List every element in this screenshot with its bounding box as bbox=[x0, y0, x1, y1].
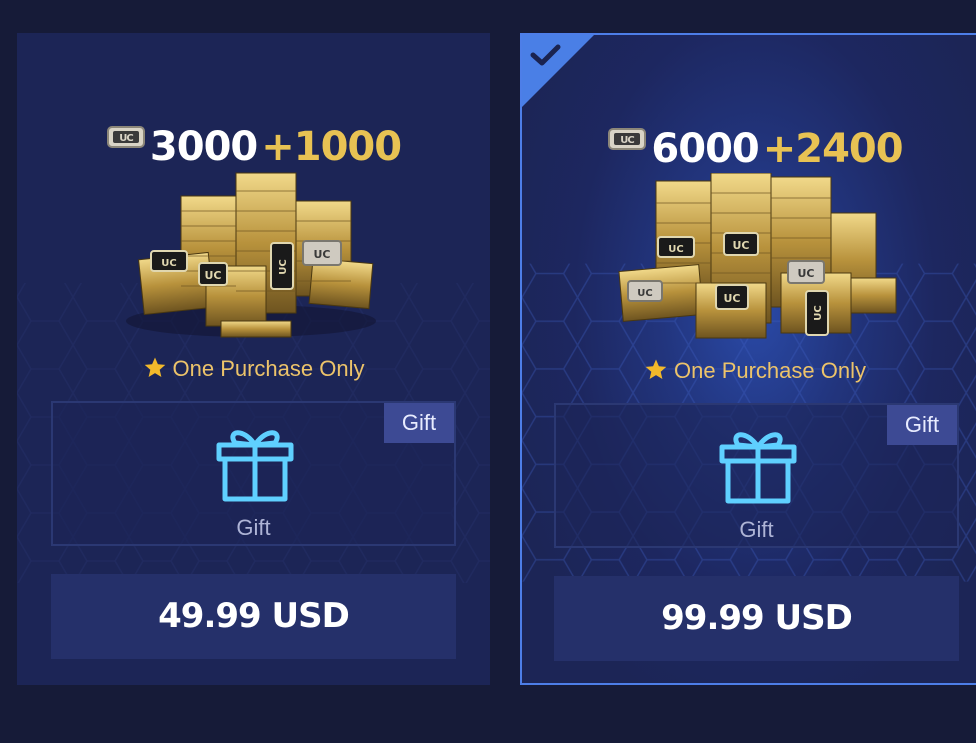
bonus-amount: +1000 bbox=[261, 124, 402, 170]
gift-section[interactable]: Gift Gift bbox=[51, 401, 456, 546]
price-button[interactable]: 99.99 USD bbox=[554, 576, 959, 661]
uc-badge-icon: UC bbox=[106, 126, 145, 148]
base-amount: 6000 bbox=[651, 126, 759, 172]
purchase-limit-note: One Purchase Only bbox=[522, 357, 976, 385]
svg-text:UC: UC bbox=[813, 305, 824, 320]
purchase-limit-note: One Purchase Only bbox=[17, 355, 490, 383]
svg-text:UC: UC bbox=[204, 269, 221, 282]
gift-tag: Gift bbox=[887, 405, 957, 445]
gift-section[interactable]: Gift Gift bbox=[554, 403, 959, 548]
package-card-3000[interactable]: UC 3000 +1000 UC UC UC UC One Purchase O… bbox=[17, 33, 490, 685]
svg-text:UC: UC bbox=[119, 133, 133, 144]
uc-store-page: UC 3000 +1000 UC UC UC UC One Purchase O… bbox=[0, 0, 976, 743]
svg-text:UC: UC bbox=[723, 292, 740, 305]
svg-text:UC: UC bbox=[637, 288, 652, 299]
bonus-amount: +2400 bbox=[762, 126, 904, 172]
gift-label: Gift bbox=[739, 517, 774, 542]
svg-text:UC: UC bbox=[161, 258, 176, 269]
gift-label: Gift bbox=[236, 515, 271, 540]
purchase-limit-text: One Purchase Only bbox=[172, 356, 365, 381]
package-card-6000[interactable]: UC 6000 +2400 UC UC UC UC UC UC One Purc… bbox=[520, 33, 976, 685]
uc-coin-pile-image: UC UC UC UC bbox=[126, 172, 376, 338]
star-icon bbox=[144, 357, 165, 377]
uc-coin-pile-image: UC UC UC UC UC UC bbox=[618, 173, 897, 339]
uc-amount: UC 3000 +1000 bbox=[17, 123, 490, 171]
svg-text:UC: UC bbox=[797, 267, 814, 280]
star-icon bbox=[645, 359, 667, 379]
gift-icon bbox=[216, 430, 294, 502]
svg-text:UC: UC bbox=[732, 239, 749, 252]
gift-icon bbox=[719, 432, 797, 504]
checkmark-icon bbox=[530, 44, 561, 66]
svg-text:UC: UC bbox=[313, 248, 330, 261]
svg-text:UC: UC bbox=[668, 244, 683, 255]
gift-tag: Gift bbox=[384, 403, 454, 443]
purchase-limit-text: One Purchase Only bbox=[674, 358, 866, 383]
svg-text:UC: UC bbox=[278, 259, 289, 274]
uc-badge-icon: UC bbox=[608, 128, 647, 150]
svg-text:UC: UC bbox=[621, 135, 635, 146]
base-amount: 3000 bbox=[149, 124, 258, 170]
uc-amount: UC 6000 +2400 bbox=[522, 125, 976, 173]
price-button[interactable]: 49.99 USD bbox=[51, 574, 456, 659]
